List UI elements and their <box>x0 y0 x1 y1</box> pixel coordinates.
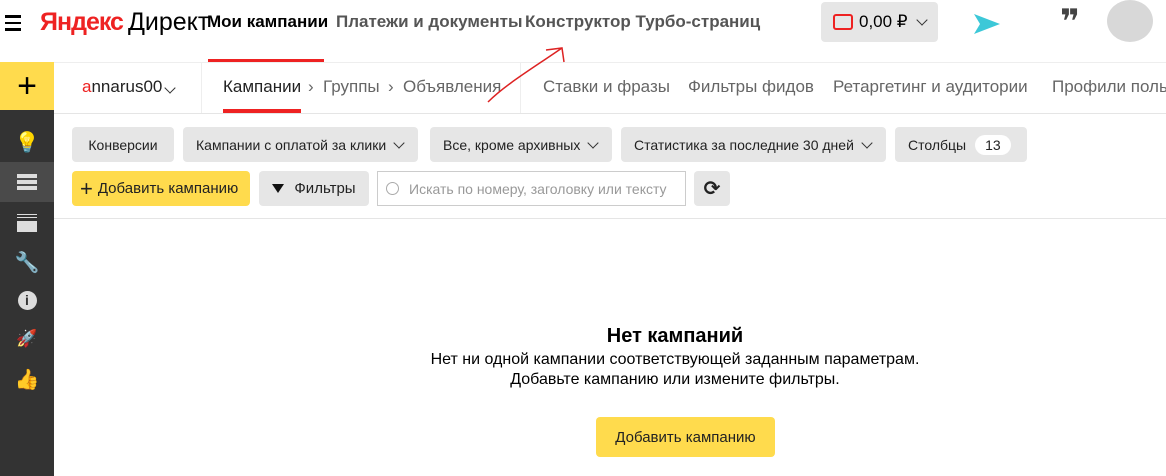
nav-payments[interactable]: Платежи и документы <box>336 12 523 32</box>
wrench-icon[interactable]: 🔧 <box>0 243 54 281</box>
add-campaign-label: Добавить кампанию <box>97 180 239 197</box>
empty-state: Нет кампаний Нет ни одной кампании соотв… <box>54 325 1166 389</box>
account-switcher[interactable]: annarus00 <box>82 77 177 97</box>
nav-turbo[interactable]: Конструктор Турбо-страниц <box>525 12 760 32</box>
crumb-groups[interactable]: Группы <box>323 77 380 97</box>
add-button-side[interactable]: + <box>0 62 54 110</box>
divider <box>201 62 202 113</box>
tab-feed-filters[interactable]: Фильтры фидов <box>688 77 814 97</box>
columns-count-badge: 13 <box>975 134 1011 155</box>
columns-button[interactable]: Столбцы 13 <box>895 127 1027 162</box>
search-placeholder: Искать по номеру, заголовку или тексту <box>409 180 667 197</box>
filters-label: Фильтры <box>294 180 356 197</box>
plus-icon: + <box>80 175 93 201</box>
balance-button[interactable]: 0,00 ₽ <box>821 2 938 42</box>
empty-line1: Нет ни одной кампании соответствующей за… <box>430 351 920 368</box>
rocket-info-icon[interactable]: 🚀 <box>0 320 54 358</box>
filters-button[interactable]: Фильтры <box>259 171 369 206</box>
payment-type-select[interactable]: Кампании с оплатой за клики <box>183 127 419 162</box>
campaigns-list-icon[interactable] <box>0 162 54 202</box>
stats-period-select[interactable]: Статистика за последние 30 дней <box>621 127 886 162</box>
empty-line2: Добавьте кампанию или измените фильтры. <box>510 371 840 388</box>
logo[interactable]: Яндекс Директ <box>40 8 209 37</box>
refresh-icon: ⟳ <box>703 178 721 200</box>
subnav-border <box>54 113 1166 114</box>
archive-label: Все, кроме архивных <box>443 136 581 153</box>
payment-type-label: Кампании с оплатой за клики <box>196 136 387 153</box>
conversions-button[interactable]: Конверсии <box>72 127 174 162</box>
refresh-button[interactable]: ⟳ <box>694 171 730 206</box>
toolbar-border <box>54 218 1166 219</box>
quotes-icon[interactable]: ❞ <box>1060 2 1080 42</box>
empty-add-campaign-label: Добавить кампанию <box>615 428 756 446</box>
empty-add-campaign-button[interactable]: Добавить кампанию <box>596 417 775 457</box>
add-campaign-button[interactable]: + Добавить кампанию <box>72 171 250 206</box>
stats-period-label: Статистика за последние 30 дней <box>634 136 854 153</box>
send-icon[interactable] <box>972 10 1002 38</box>
archive-icon[interactable] <box>0 204 54 242</box>
logo-direct: Директ <box>127 8 210 36</box>
tab-profiles[interactable]: Профили поль <box>1052 77 1166 97</box>
account-name: nnarus00 <box>91 77 163 96</box>
logo-yandex: Яндекс <box>40 8 124 36</box>
archive-select[interactable]: Все, кроме архивных <box>430 127 613 162</box>
conversions-label: Конверсии <box>88 136 158 153</box>
wallet-icon <box>833 14 853 30</box>
filter-icon <box>272 184 285 193</box>
lightbulb-icon[interactable]: 💡 <box>0 123 54 161</box>
crumb-sep: › <box>388 77 394 96</box>
empty-title: Нет кампаний <box>606 325 744 347</box>
info-icon[interactable]: i <box>0 281 54 319</box>
crumb-underline <box>223 109 301 113</box>
balance-value: 0,00 ₽ <box>859 12 908 31</box>
search-input[interactable]: Искать по номеру, заголовку или тексту <box>377 171 686 206</box>
crumb-campaigns[interactable]: Кампании <box>223 77 301 97</box>
nav-my-campaigns[interactable]: Мои кампании <box>207 12 328 32</box>
header-border <box>54 62 1166 63</box>
search-icon <box>386 182 399 195</box>
avatar[interactable] <box>1107 0 1153 42</box>
columns-label: Столбцы <box>908 136 967 153</box>
thumbs-up-icon[interactable]: 👍 <box>0 360 54 398</box>
crumb-sep: › <box>308 77 314 96</box>
menu-icon[interactable] <box>5 15 21 31</box>
tab-retargeting[interactable]: Ретаргетинг и аудитории <box>833 77 1028 97</box>
hand-drawn-arrow <box>487 47 565 103</box>
